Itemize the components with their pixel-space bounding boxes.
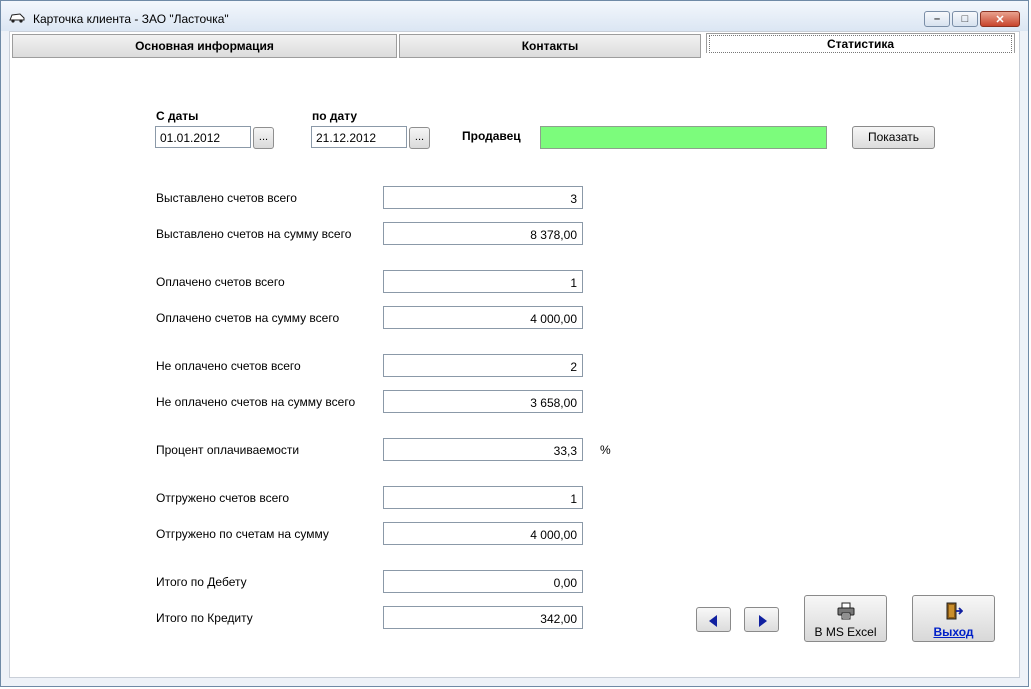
stat-label-credit-total: Итого по Кредиту	[156, 611, 253, 625]
title-bar: Карточка клиента - ЗАО "Ласточка" – □ ✕	[1, 1, 1028, 31]
stat-label-debit-total: Итого по Дебету	[156, 575, 247, 589]
maximize-icon: □	[961, 13, 969, 25]
stat-value-debit-total[interactable]: 0,00	[383, 570, 583, 593]
from-date-label: С даты	[156, 109, 199, 123]
stat-value-invoices-paid-count[interactable]: 1	[383, 270, 583, 293]
next-record-button[interactable]	[744, 607, 779, 632]
tab-strip: Основная информация Контакты Статистика	[10, 32, 1019, 60]
stat-label-invoices-unpaid-sum: Не оплачено счетов на сумму всего	[156, 395, 356, 409]
tab-statistics[interactable]: Статистика	[706, 33, 1015, 53]
from-date-field[interactable]: 01.01.2012	[155, 126, 251, 148]
export-excel-button[interactable]: В MS Excel	[804, 595, 887, 642]
exit-button[interactable]: Выход	[912, 595, 995, 642]
to-date-field[interactable]: 21.12.2012	[311, 126, 407, 148]
stat-value-invoices-issued-sum[interactable]: 8 378,00	[383, 222, 583, 245]
arrow-right-icon	[759, 615, 767, 627]
to-date-label: по дату	[312, 109, 358, 123]
car-icon	[9, 13, 25, 23]
minimize-icon: –	[933, 13, 941, 25]
stat-value-credit-total[interactable]: 342,00	[383, 606, 583, 629]
stat-label-shipped-count: Отгружено счетов всего	[156, 491, 290, 505]
stat-value-shipped-sum[interactable]: 4 000,00	[383, 522, 583, 545]
stat-value-payment-percent[interactable]: 33,3	[383, 438, 583, 461]
arrow-left-icon	[709, 615, 717, 627]
stat-value-invoices-unpaid-sum[interactable]: 3 658,00	[383, 390, 583, 413]
stat-value-invoices-issued-count[interactable]: 3	[383, 186, 583, 209]
show-button[interactable]: Показать	[852, 126, 935, 149]
stat-label-payment-percent: Процент оплачиваемости	[156, 443, 300, 457]
tab-label: Статистика	[709, 34, 1012, 53]
stat-label-invoices-issued-count: Выставлено счетов всего	[156, 191, 297, 205]
exit-label: Выход	[933, 625, 974, 639]
client-card-window: Карточка клиента - ЗАО "Ласточка" – □ ✕ …	[0, 0, 1029, 687]
maximize-button[interactable]: □	[952, 11, 978, 27]
export-excel-label: В MS Excel	[814, 625, 877, 639]
stat-value-invoices-paid-sum[interactable]: 4 000,00	[383, 306, 583, 329]
to-date-picker-button[interactable]: ...	[409, 127, 430, 149]
tab-label: Контакты	[521, 39, 579, 53]
close-icon: ✕	[995, 13, 1005, 26]
prev-record-button[interactable]	[696, 607, 731, 632]
stat-label-invoices-issued-sum: Выставлено счетов на сумму всего	[156, 227, 352, 241]
seller-field[interactable]	[540, 126, 827, 149]
seller-label: Продавец	[462, 129, 521, 143]
tab-contacts[interactable]: Контакты	[399, 34, 701, 58]
stat-value-invoices-unpaid-count[interactable]: 2	[383, 354, 583, 377]
close-button[interactable]: ✕	[980, 11, 1020, 27]
printer-icon	[837, 602, 855, 620]
stat-label-invoices-unpaid-count: Не оплачено счетов всего	[156, 359, 301, 373]
tab-label: Основная информация	[135, 39, 274, 53]
stat-label-invoices-paid-sum: Оплачено счетов на сумму всего	[156, 311, 340, 325]
exit-door-icon	[946, 602, 963, 620]
from-date-picker-button[interactable]: ...	[253, 127, 274, 149]
stat-value-shipped-count[interactable]: 1	[383, 486, 583, 509]
percent-sign: %	[600, 443, 611, 457]
client-area: Основная информация Контакты Статистика …	[9, 31, 1020, 678]
tab-main-info[interactable]: Основная информация	[12, 34, 397, 58]
window-title: Карточка клиента - ЗАО "Ласточка"	[33, 12, 229, 26]
minimize-button[interactable]: –	[924, 11, 950, 27]
stat-label-invoices-paid-count: Оплачено счетов всего	[156, 275, 285, 289]
stat-label-shipped-sum: Отгружено по счетам на сумму	[156, 527, 329, 541]
